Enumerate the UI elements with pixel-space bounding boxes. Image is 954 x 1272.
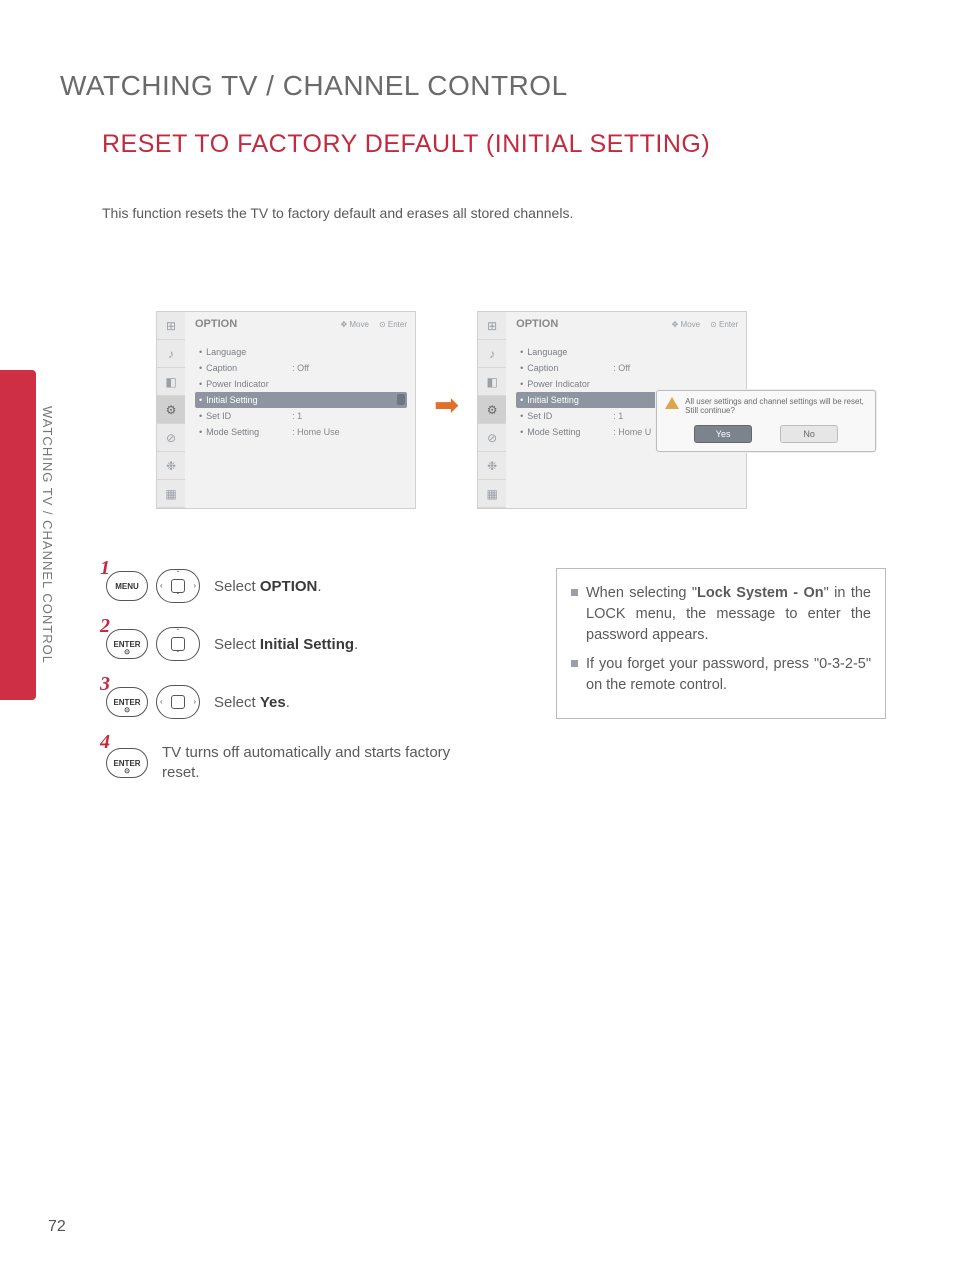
- sidebar-icon-picture: ⊞: [478, 312, 506, 340]
- sidebar-icon-time: ⊘: [478, 424, 506, 452]
- hint-enter: ⊙ Enter: [379, 320, 407, 329]
- menu-key: MENU: [106, 571, 148, 601]
- enter-key: ENTER: [106, 687, 148, 717]
- sidebar-icon-audio: ♪: [478, 340, 506, 368]
- hint-move: ✥ Move: [672, 320, 701, 329]
- step-4: 4 ENTER TV turns off automatically and s…: [106, 743, 894, 784]
- side-tab: [0, 370, 36, 700]
- sidebar-icon-channel: ◧: [157, 368, 185, 396]
- enter-key: ENTER: [106, 748, 148, 778]
- dialog-no-button[interactable]: No: [780, 425, 838, 443]
- section-heading: RESET TO FACTORY DEFAULT (INITIAL SETTIN…: [102, 130, 894, 159]
- bullet-icon: [571, 660, 578, 667]
- dpad-icon: ˆˇ‹›: [156, 569, 200, 603]
- hint-move: ✥ Move: [340, 320, 369, 329]
- sidebar-icon-input: ▦: [157, 480, 185, 508]
- sidebar-icon-channel: ◧: [478, 368, 506, 396]
- warning-icon: [665, 397, 679, 409]
- option-menu-left: ⊞ ♪ ◧ ⚙ ⊘ ❉ ▦ OPTION ✥ Move ⊙ Enter •Lan…: [156, 311, 416, 509]
- side-tab-label: WATCHING TV / CHANNEL CONTROL: [40, 370, 55, 700]
- dialog-yes-button[interactable]: Yes: [694, 425, 752, 443]
- sidebar-icon-picture: ⊞: [157, 312, 185, 340]
- dpad-lr-icon: ˆˇ‹›: [156, 685, 200, 719]
- step-3-text: Select Yes.: [214, 694, 290, 711]
- sidebar-icon-option: ⚙: [157, 396, 185, 424]
- enter-key: ENTER: [106, 629, 148, 659]
- step-2-text: Select Initial Setting.: [214, 636, 358, 653]
- menu-item-initial-setting[interactable]: •Initial Setting: [195, 392, 407, 408]
- info-lock-text: When selecting "Lock System - On" in the…: [586, 583, 871, 646]
- arrow-right-icon: ➡: [434, 388, 459, 423]
- sidebar-icon-audio: ♪: [157, 340, 185, 368]
- info-box: When selecting "Lock System - On" in the…: [556, 568, 886, 719]
- sidebar-icon-option: ⚙: [478, 396, 506, 424]
- dpad-icon: ˆˇ: [156, 627, 200, 661]
- page-heading: WATCHING TV / CHANNEL CONTROL: [60, 70, 894, 102]
- bullet-icon: [571, 589, 578, 596]
- option-menu-right: ⊞ ♪ ◧ ⚙ ⊘ ❉ ▦ OPTION ✥ Move ⊙ Enter •Lan…: [477, 311, 747, 509]
- step-1-text: Select OPTION.: [214, 578, 322, 595]
- menu-screenshots-row: ⊞ ♪ ◧ ⚙ ⊘ ❉ ▦ OPTION ✥ Move ⊙ Enter •Lan…: [156, 311, 894, 509]
- sidebar-icon-lock: ❉: [157, 452, 185, 480]
- info-forgot-password-text: If you forget your password, press "0-3-…: [586, 654, 871, 696]
- menu-title: OPTION: [195, 318, 237, 330]
- menu-sidebar-icons: ⊞ ♪ ◧ ⚙ ⊘ ❉ ▦: [478, 312, 506, 508]
- page-number: 72: [48, 1218, 66, 1236]
- step-4-text: TV turns off automatically and starts fa…: [162, 743, 452, 784]
- hint-enter: ⊙ Enter: [710, 320, 738, 329]
- menu-sidebar-icons: ⊞ ♪ ◧ ⚙ ⊘ ❉ ▦: [157, 312, 185, 508]
- sidebar-icon-time: ⊘: [157, 424, 185, 452]
- menu-list-left: •Language •Caption: Off •Power Indicator…: [195, 344, 407, 440]
- dialog-text: All user settings and channel settings w…: [685, 397, 867, 415]
- menu-title: OPTION: [516, 318, 558, 330]
- reset-confirm-dialog: All user settings and channel settings w…: [656, 390, 876, 452]
- intro-text: This function resets the TV to factory d…: [102, 205, 894, 221]
- sidebar-icon-input: ▦: [478, 480, 506, 508]
- sidebar-icon-lock: ❉: [478, 452, 506, 480]
